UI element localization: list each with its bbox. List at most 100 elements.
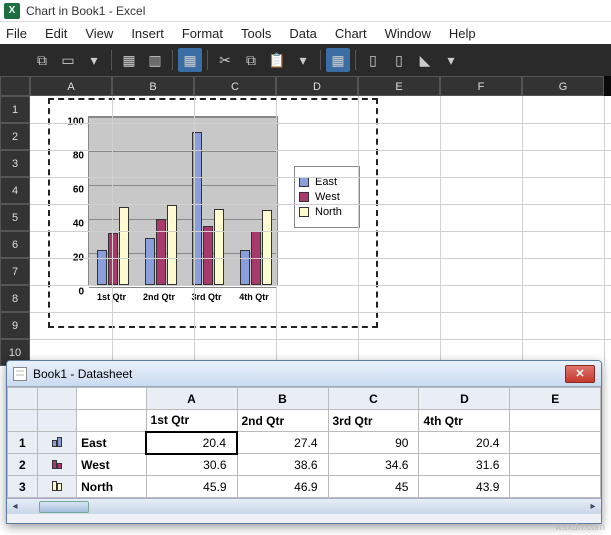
col-header[interactable]: G [522,76,604,96]
ds-series-name[interactable]: East [77,432,146,454]
spreadsheet-area[interactable]: ABCDEFG 12345678910 020406080100 1st Qtr… [0,76,611,366]
legend-swatch-icon [299,177,309,187]
chart-x-axis: 1st Qtr2nd Qtr3rd Qtr4th Qtr [88,288,278,318]
row-icon[interactable]: ▦ [117,48,141,72]
ds-series-name[interactable]: West [77,454,146,476]
horizontal-scrollbar[interactable]: ◂ ▸ [7,498,601,514]
datasheet-title: Book1 - Datasheet [33,367,132,381]
col-header[interactable]: D [276,76,358,96]
chart-type3-icon[interactable]: ◣ [413,48,437,72]
col-header[interactable]: A [30,76,112,96]
scroll-left-icon[interactable]: ◂ [7,499,23,515]
row-header[interactable]: 1 [0,96,30,123]
window-titlebar: X Chart in Book1 - Excel [0,0,611,22]
ds-col-head[interactable]: E [510,388,601,410]
cells-grid[interactable]: 020406080100 1st Qtr2nd Qtr3rd Qtr4th Qt… [30,96,611,366]
menu-help[interactable]: Help [449,26,476,41]
ds-category-label[interactable]: 3rd Qtr [328,410,419,432]
menu-edit[interactable]: Edit [45,26,67,41]
toolbar-separator [172,50,173,70]
table-icon[interactable]: ▦ [326,48,350,72]
row-header[interactable]: 7 [0,258,30,285]
bar-north [119,207,129,285]
toolbar-separator [355,50,356,70]
ds-cell[interactable]: 27.4 [237,432,328,454]
ds-category-label[interactable]: 1st Qtr [146,410,237,432]
series-icon [51,437,63,447]
menu-tools[interactable]: Tools [241,26,271,41]
ds-cell[interactable]: 34.6 [328,454,419,476]
row-header[interactable]: 4 [0,177,30,204]
toolbar-separator [111,50,112,70]
row-header[interactable]: 3 [0,150,30,177]
menu-window[interactable]: Window [385,26,431,41]
chart-object[interactable]: 020406080100 1st Qtr2nd Qtr3rd Qtr4th Qt… [48,98,378,328]
ds-col-head[interactable]: C [328,388,419,410]
ds-cell[interactable]: 45.9 [146,476,237,498]
row-header[interactable]: 9 [0,312,30,339]
ds-col-head[interactable]: D [419,388,510,410]
toolbar-separator [207,50,208,70]
scroll-right-icon[interactable]: ▸ [585,499,601,515]
paste-icon[interactable]: ▭ [56,48,80,72]
row-header[interactable]: 5 [0,204,30,231]
datasheet-titlebar[interactable]: Book1 - Datasheet ✕ [7,361,601,387]
legend-swatch-icon [299,207,309,217]
menu-chart[interactable]: Chart [335,26,367,41]
menu-file[interactable]: File [6,26,27,41]
ds-row-head[interactable]: 2 [8,454,38,476]
menu-view[interactable]: View [85,26,113,41]
menu-format[interactable]: Format [182,26,223,41]
chevron-down-icon[interactable]: ▾ [439,48,463,72]
ds-row-head[interactable]: 3 [8,476,38,498]
ds-cell[interactable]: 43.9 [419,476,510,498]
ds-cell[interactable]: 46.9 [237,476,328,498]
col-header[interactable]: B [112,76,194,96]
ds-row-head[interactable]: 1 [8,432,38,454]
menu-data[interactable]: Data [289,26,316,41]
bar-east [145,238,155,285]
cut-icon[interactable]: ✂ [213,48,237,72]
row-header[interactable]: 2 [0,123,30,150]
copy-icon[interactable]: ⧉ [30,48,54,72]
ds-cell[interactable]: 45 [328,476,419,498]
ds-series-name[interactable]: North [77,476,146,498]
chevron-down-icon[interactable]: ▾ [291,48,315,72]
ds-cell[interactable]: 38.6 [237,454,328,476]
ds-cell[interactable]: 90 [328,432,419,454]
y-tick-label: 80 [73,151,84,162]
datasheet-grid[interactable]: ABCDE1st Qtr2nd Qtr3rd Qtr4th Qtr1East20… [7,387,601,498]
ds-col-head[interactable]: B [237,388,328,410]
ds-cell[interactable]: 30.6 [146,454,237,476]
col-header[interactable]: E [358,76,440,96]
ds-cell[interactable]: 31.6 [419,454,510,476]
chart-type1-icon[interactable]: ▯ [361,48,385,72]
legend-swatch-icon [299,192,309,202]
datasheet-window[interactable]: Book1 - Datasheet ✕ ABCDE1st Qtr2nd Qtr3… [6,360,602,524]
ds-category-label[interactable]: 2nd Qtr [237,410,328,432]
row-headers: 12345678910 [0,96,30,366]
close-button[interactable]: ✕ [565,365,595,383]
dropdown-icon[interactable]: ▾ [82,48,106,72]
col-header[interactable]: C [194,76,276,96]
ds-category-label[interactable]: 4th Qtr [419,410,510,432]
row-header[interactable]: 6 [0,231,30,258]
grid-icon[interactable]: ▦ [178,48,202,72]
column-icon[interactable]: ▥ [143,48,167,72]
excel-app-icon: X [4,3,20,19]
menu-insert[interactable]: Insert [131,26,164,41]
scrollbar-thumb[interactable] [39,501,89,513]
ds-col-head[interactable]: A [146,388,237,410]
bold-icon[interactable] [4,48,28,72]
clipboard-icon[interactable]: 📋 [265,48,289,72]
select-all-corner[interactable] [0,76,30,96]
bar-west [203,226,213,285]
ds-cell[interactable]: 20.4 [146,432,237,454]
column-headers: ABCDEFG [30,76,604,96]
row-header[interactable]: 8 [0,285,30,312]
ds-cell[interactable]: 20.4 [419,432,510,454]
bar-north [214,209,224,286]
chart-type2-icon[interactable]: ▯ [387,48,411,72]
col-header[interactable]: F [440,76,522,96]
copy2-icon[interactable]: ⧉ [239,48,263,72]
